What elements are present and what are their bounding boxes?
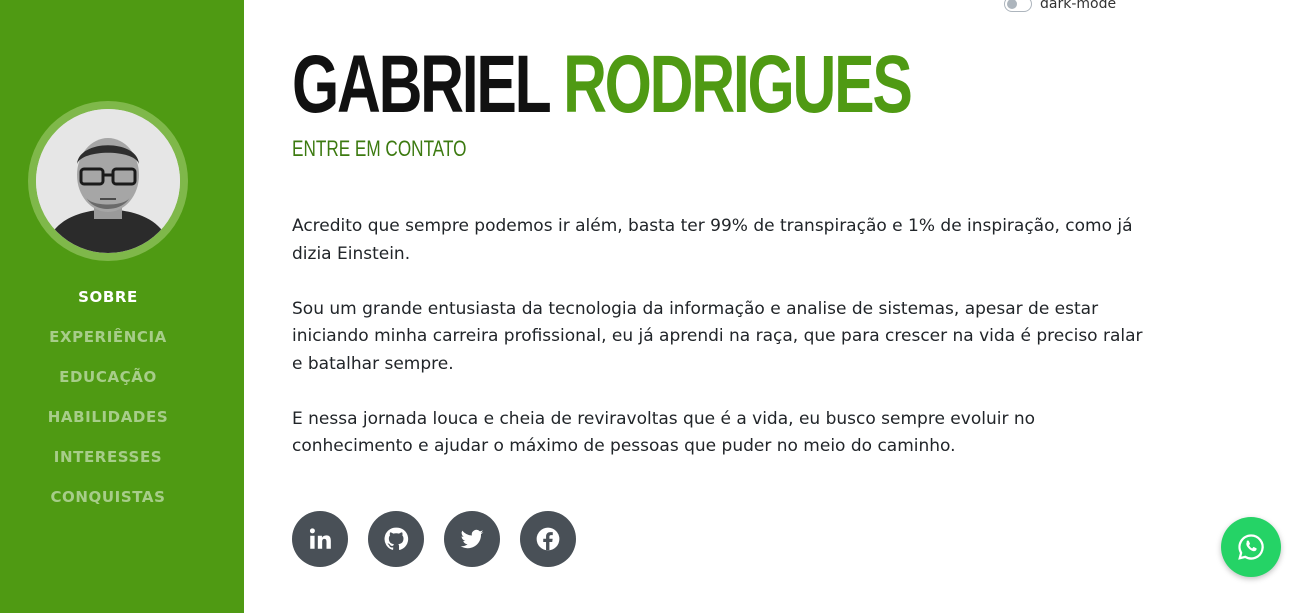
whatsapp-button[interactable]: [1221, 517, 1281, 577]
profile-photo-frame: [28, 101, 188, 261]
last-name: RODRIGUES: [563, 39, 913, 130]
dark-mode-toggle[interactable]: dark-mode: [1004, 0, 1116, 12]
twitter-button[interactable]: [444, 511, 500, 567]
about-paragraph: E nessa jornada louca e cheia de revirav…: [292, 408, 1036, 457]
about-paragraph: Sou um grande entusiasta da tecnologia d…: [292, 298, 1143, 374]
about-section: Acredito que sempre podemos ir além, bas…: [292, 213, 1152, 488]
first-name: GABRIEL: [292, 39, 551, 130]
facebook-icon: [536, 527, 560, 551]
facebook-button[interactable]: [520, 511, 576, 567]
nav-item-experiencia[interactable]: EXPERIÊNCIA: [0, 323, 216, 363]
about-paragraph: Acredito que sempre podemos ir além, bas…: [292, 216, 1133, 264]
sidebar-nav: SOBRE EXPERIÊNCIA EDUCAÇÃO HABILIDADES I…: [0, 283, 216, 523]
avatar: [36, 109, 180, 253]
nav-item-habilidades[interactable]: HABILIDADES: [0, 403, 216, 443]
social-links: [292, 511, 576, 567]
github-icon: [384, 527, 409, 550]
contact-subheading[interactable]: ENTRE EM CONTATO: [292, 136, 466, 162]
profile-photo: [36, 109, 180, 253]
nav-item-interesses[interactable]: INTERESSES: [0, 443, 216, 483]
sidebar: SOBRE EXPERIÊNCIA EDUCAÇÃO HABILIDADES I…: [0, 0, 244, 613]
twitter-icon: [460, 529, 484, 549]
nav-item-sobre[interactable]: SOBRE: [0, 283, 216, 323]
dark-mode-switch[interactable]: [1004, 0, 1032, 12]
linkedin-button[interactable]: [292, 511, 348, 567]
linkedin-icon: [309, 528, 331, 549]
nav-item-educacao[interactable]: EDUCAÇÃO: [0, 363, 216, 403]
dark-mode-label: dark-mode: [1040, 0, 1117, 12]
nav-item-conquistas[interactable]: CONQUISTAS: [0, 483, 216, 523]
page-title: GABRIEL RODRIGUES: [292, 39, 913, 130]
whatsapp-icon: [1238, 534, 1264, 560]
github-button[interactable]: [368, 511, 424, 567]
